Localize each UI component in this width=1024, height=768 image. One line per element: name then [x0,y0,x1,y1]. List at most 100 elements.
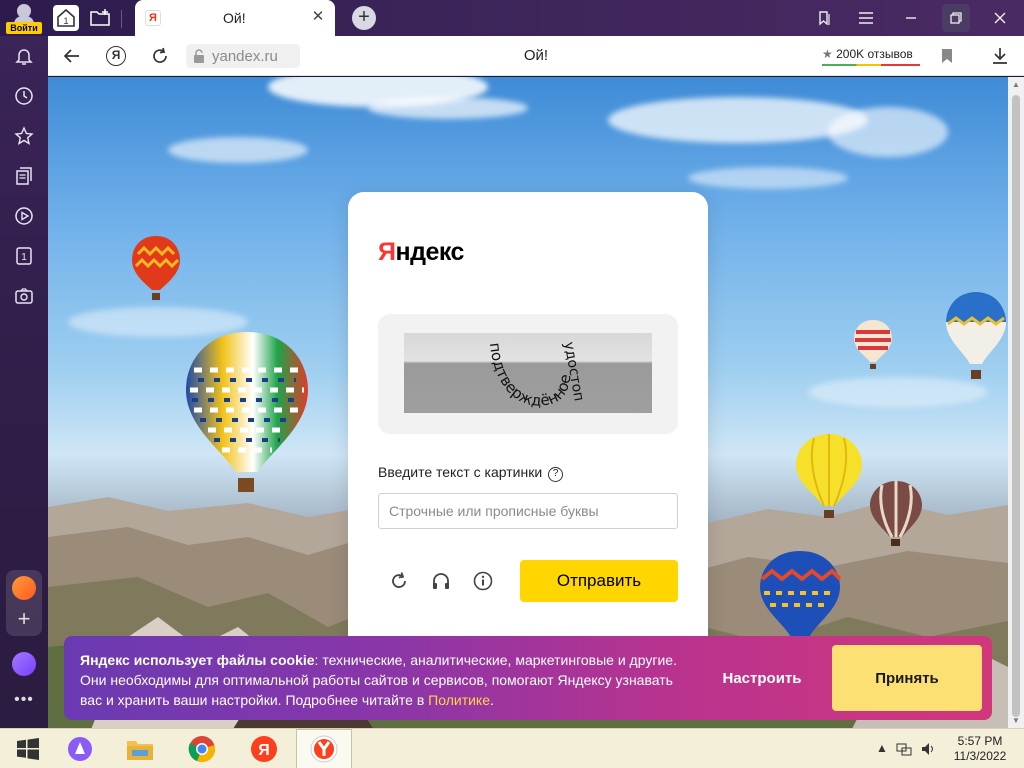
new-tab-button[interactable]: + [352,6,376,30]
restore-icon [950,12,962,24]
restore-button[interactable] [942,4,970,32]
bookmarks-button[interactable] [12,124,36,148]
hot-air-balloon [870,481,922,546]
collections-button[interactable] [12,164,36,188]
captcha-input[interactable] [378,493,678,529]
close-window-button[interactable] [986,4,1014,32]
network-icon[interactable] [896,741,912,757]
address-bar: Я yandex.ru Ой! ★ 200K отзывов [48,36,1024,76]
back-button[interactable] [60,44,84,68]
play-icon [15,207,33,225]
tabs-count-icon: 1 [16,247,32,265]
browser-sidebar: 1 + ••• [0,36,48,728]
scroll-up-icon[interactable]: ▲ [1012,81,1020,89]
yandex-favicon-icon: Я [145,10,161,26]
minimize-button[interactable] [897,4,925,32]
yandex-button[interactable]: Я [104,44,128,68]
scrollbar-thumb[interactable] [1012,95,1020,717]
svg-text:1: 1 [21,252,27,263]
svg-text:1: 1 [63,16,68,26]
reload-icon [153,47,167,63]
login-label: Войти [6,22,42,34]
audio-captcha-button[interactable] [430,570,452,592]
start-button[interactable] [0,729,56,768]
refresh-icon [392,572,406,588]
menu-button[interactable] [852,4,880,32]
mail-icon[interactable] [12,576,36,600]
alice-icon[interactable] [12,652,36,676]
cloud [168,137,308,163]
reviews-link[interactable]: ★ 200K отзывов [822,47,913,61]
folder-icon [127,741,153,760]
video-button[interactable] [12,204,36,228]
hot-air-balloon [854,320,892,369]
chrome-button[interactable] [174,729,230,768]
volume-icon[interactable] [920,741,936,757]
folder-plus-icon [90,9,110,26]
tab-oi[interactable]: Я Ой! ✕ [135,0,335,36]
svg-text:подтверждённое: подтверждённое [486,342,575,410]
history-button[interactable] [12,84,36,108]
cookie-text: Яндекс использует файлы cookie: техничес… [80,652,677,708]
submit-button[interactable]: Отправить [520,560,678,602]
captcha-prompt: Введите текст с картинки? [378,464,564,482]
windows-taskbar: Я ▲ 5:57 PM 11/3/2022 [0,728,1024,768]
show-hidden-icons-button[interactable]: ▲ [874,741,890,757]
file-explorer-button[interactable] [112,729,168,768]
reviews-rating-bar [822,64,920,66]
alice-taskbar-button[interactable] [52,729,108,768]
url-field[interactable]: yandex.ru [186,44,300,68]
close-icon [994,12,1006,24]
cloud [688,167,848,189]
captcha-prompt-label: Введите текст с картинки [378,464,543,480]
scroll-down-icon[interactable]: ▼ [1012,717,1020,725]
yandex-search-button[interactable]: Я [236,729,292,768]
login-button[interactable]: Войти [6,2,42,34]
headphones-icon [433,573,449,589]
info-captcha-button[interactable] [472,570,494,592]
close-tab-icon[interactable]: ✕ [309,8,327,26]
home-tab-button[interactable]: 1 [53,5,79,31]
page-scrollbar[interactable]: ▲ ▼ [1008,77,1024,728]
cookie-settings-button[interactable]: Настроить [712,658,812,698]
screenshot-button[interactable] [12,284,36,308]
collections-icon [819,11,830,26]
reviews-label: 200K отзывов [836,47,913,61]
yandex-browser-button[interactable] [296,729,352,768]
reload-button[interactable] [148,44,172,68]
hamburger-icon [859,12,873,24]
bookmarks-collection-button[interactable] [810,4,838,32]
avatar-icon [14,4,34,24]
cookie-accept-button[interactable]: Принять [832,645,982,711]
arrow-left-icon [63,49,79,63]
camera-icon [15,288,33,304]
url-text: yandex.ru [212,48,278,65]
hot-air-balloon [760,551,842,639]
system-clock[interactable]: 5:57 PM 11/3/2022 [948,734,1012,764]
captcha-distorted-text: подтверждённое удостоп [486,341,587,410]
yandex-logo-icon: Я [106,46,126,66]
more-icon[interactable]: ••• [10,692,38,710]
help-icon[interactable]: ? [548,467,564,482]
lock-icon [194,49,204,63]
yandex-icon: Я [251,736,277,762]
bookmark-page-button[interactable] [935,44,959,68]
download-icon [993,48,1007,64]
yandex-logo[interactable]: Яндекс [378,238,464,267]
add-sidebar-item-icon[interactable]: + [12,608,36,632]
hot-air-balloon [796,434,862,518]
new-tab-group-button[interactable] [87,5,113,31]
tab-counter-button[interactable]: 1 [12,244,36,268]
chrome-icon [188,736,216,763]
downloads-button[interactable] [988,44,1012,68]
policy-link[interactable]: Политике [428,692,490,708]
alice-icon [68,737,92,761]
notifications-button[interactable] [12,44,36,68]
captcha-frame: подтверждённое удостоп [378,314,678,434]
captcha-image: подтверждённое удостоп [404,333,652,413]
page-content: Яндекс подтверждённое удостоп Введите те… [48,77,1008,728]
star-icon: ★ [822,47,833,61]
refresh-captcha-button[interactable] [388,570,410,592]
clock-icon [15,87,33,105]
clock-date: 11/3/2022 [953,749,1007,763]
